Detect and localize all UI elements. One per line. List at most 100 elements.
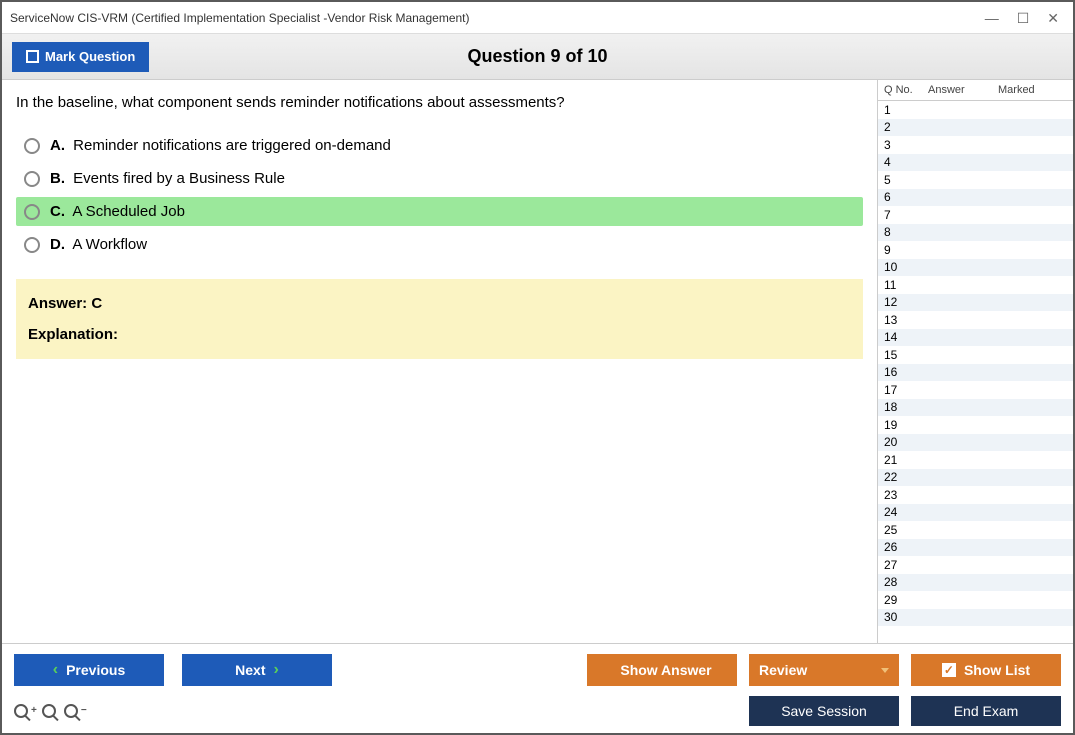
option-text: B. Events fired by a Business Rule	[50, 170, 285, 187]
qno-cell: 6	[878, 190, 928, 204]
option-text: D. A Workflow	[50, 236, 147, 253]
question-row[interactable]: 29	[878, 591, 1073, 609]
question-row[interactable]: 21	[878, 451, 1073, 469]
option-c[interactable]: C. A Scheduled Job	[16, 197, 863, 226]
sidebar-header: Q No. Answer Marked	[878, 80, 1073, 101]
minimize-icon[interactable]: —	[985, 11, 999, 25]
body: In the baseline, what component sends re…	[2, 80, 1073, 643]
show-list-button[interactable]: ✓ Show List	[911, 654, 1061, 686]
sidebar-body[interactable]: 1234567891011121314151617181920212223242…	[878, 101, 1073, 643]
question-row[interactable]: 2	[878, 119, 1073, 137]
question-row[interactable]: 27	[878, 556, 1073, 574]
radio-icon	[24, 204, 40, 220]
session-buttons: Save Session End Exam	[749, 696, 1061, 726]
next-button[interactable]: Next ›	[182, 654, 332, 686]
question-row[interactable]: 13	[878, 311, 1073, 329]
question-row[interactable]: 25	[878, 521, 1073, 539]
question-row[interactable]: 14	[878, 329, 1073, 347]
previous-label: Previous	[66, 662, 125, 678]
question-row[interactable]: 23	[878, 486, 1073, 504]
question-row[interactable]: 5	[878, 171, 1073, 189]
question-row[interactable]: 17	[878, 381, 1073, 399]
option-text: C. A Scheduled Job	[50, 203, 185, 220]
footer-row-1: ‹ Previous Next › Show Answer Review	[14, 654, 1061, 686]
explanation-label: Explanation:	[28, 326, 851, 343]
question-row[interactable]: 7	[878, 206, 1073, 224]
question-row[interactable]: 8	[878, 224, 1073, 242]
question-row[interactable]: 26	[878, 539, 1073, 557]
toolbar: Mark Question Question 9 of 10	[2, 34, 1073, 80]
header-answer: Answer	[928, 84, 998, 96]
header-marked: Marked	[998, 84, 1073, 96]
save-session-button[interactable]: Save Session	[749, 696, 899, 726]
qno-cell: 7	[878, 208, 928, 222]
question-row[interactable]: 3	[878, 136, 1073, 154]
option-text: A. Reminder notifications are triggered …	[50, 137, 391, 154]
question-row[interactable]: 4	[878, 154, 1073, 172]
close-icon[interactable]: ✕	[1047, 11, 1059, 25]
question-row[interactable]: 16	[878, 364, 1073, 382]
maximize-icon[interactable]: ☐	[1017, 11, 1030, 25]
review-label: Review	[759, 662, 807, 678]
radio-icon	[24, 171, 40, 187]
header-qno: Q No.	[878, 84, 928, 96]
option-a[interactable]: A. Reminder notifications are triggered …	[16, 131, 863, 160]
show-answer-label: Show Answer	[620, 662, 711, 678]
footer-row-2: + − Save Session End Exam	[14, 696, 1061, 726]
chevron-down-icon	[881, 668, 889, 673]
qno-cell: 8	[878, 225, 928, 239]
next-label: Next	[235, 662, 265, 678]
previous-button[interactable]: ‹ Previous	[14, 654, 164, 686]
chevron-right-icon: ›	[274, 661, 279, 679]
qno-cell: 17	[878, 383, 928, 397]
zoom-in-icon[interactable]: +	[14, 704, 34, 718]
window-title: ServiceNow CIS-VRM (Certified Implementa…	[10, 11, 985, 25]
question-row[interactable]: 11	[878, 276, 1073, 294]
titlebar: ServiceNow CIS-VRM (Certified Implementa…	[2, 2, 1073, 34]
app-window: ServiceNow CIS-VRM (Certified Implementa…	[0, 0, 1075, 735]
question-row[interactable]: 30	[878, 609, 1073, 627]
action-buttons: Show Answer Review ✓ Show List	[587, 654, 1061, 686]
question-counter: Question 9 of 10	[467, 46, 607, 67]
window-controls: — ☐ ✕	[985, 11, 1065, 25]
radio-icon	[24, 237, 40, 253]
qno-cell: 18	[878, 400, 928, 414]
qno-cell: 15	[878, 348, 928, 362]
qno-cell: 20	[878, 435, 928, 449]
chevron-left-icon: ‹	[53, 661, 58, 679]
options-list: A. Reminder notifications are triggered …	[16, 131, 863, 259]
zoom-reset-icon[interactable]	[42, 704, 56, 718]
option-d[interactable]: D. A Workflow	[16, 230, 863, 259]
qno-cell: 2	[878, 120, 928, 134]
option-b[interactable]: B. Events fired by a Business Rule	[16, 164, 863, 193]
qno-cell: 9	[878, 243, 928, 257]
question-row[interactable]: 15	[878, 346, 1073, 364]
show-list-label: Show List	[964, 662, 1030, 678]
footer: ‹ Previous Next › Show Answer Review	[2, 643, 1073, 733]
question-row[interactable]: 10	[878, 259, 1073, 277]
question-row[interactable]: 28	[878, 574, 1073, 592]
mark-question-button[interactable]: Mark Question	[12, 42, 149, 72]
question-row[interactable]: 24	[878, 504, 1073, 522]
review-dropdown[interactable]: Review	[749, 654, 899, 686]
question-row[interactable]: 9	[878, 241, 1073, 259]
main-panel: In the baseline, what component sends re…	[2, 80, 877, 643]
qno-cell: 5	[878, 173, 928, 187]
nav-buttons: ‹ Previous Next ›	[14, 654, 332, 686]
question-row[interactable]: 20	[878, 434, 1073, 452]
question-row[interactable]: 1	[878, 101, 1073, 119]
question-row[interactable]: 6	[878, 189, 1073, 207]
question-row[interactable]: 22	[878, 469, 1073, 487]
qno-cell: 11	[878, 278, 928, 292]
question-row[interactable]: 18	[878, 399, 1073, 417]
question-row[interactable]: 12	[878, 294, 1073, 312]
zoom-out-icon[interactable]: −	[64, 704, 84, 718]
question-row[interactable]: 19	[878, 416, 1073, 434]
qno-cell: 25	[878, 523, 928, 537]
qno-cell: 1	[878, 103, 928, 117]
end-exam-button[interactable]: End Exam	[911, 696, 1061, 726]
checkbox-checked-icon: ✓	[942, 663, 956, 677]
show-answer-button[interactable]: Show Answer	[587, 654, 737, 686]
qno-cell: 14	[878, 330, 928, 344]
question-list-sidebar: Q No. Answer Marked 12345678910111213141…	[877, 80, 1073, 643]
